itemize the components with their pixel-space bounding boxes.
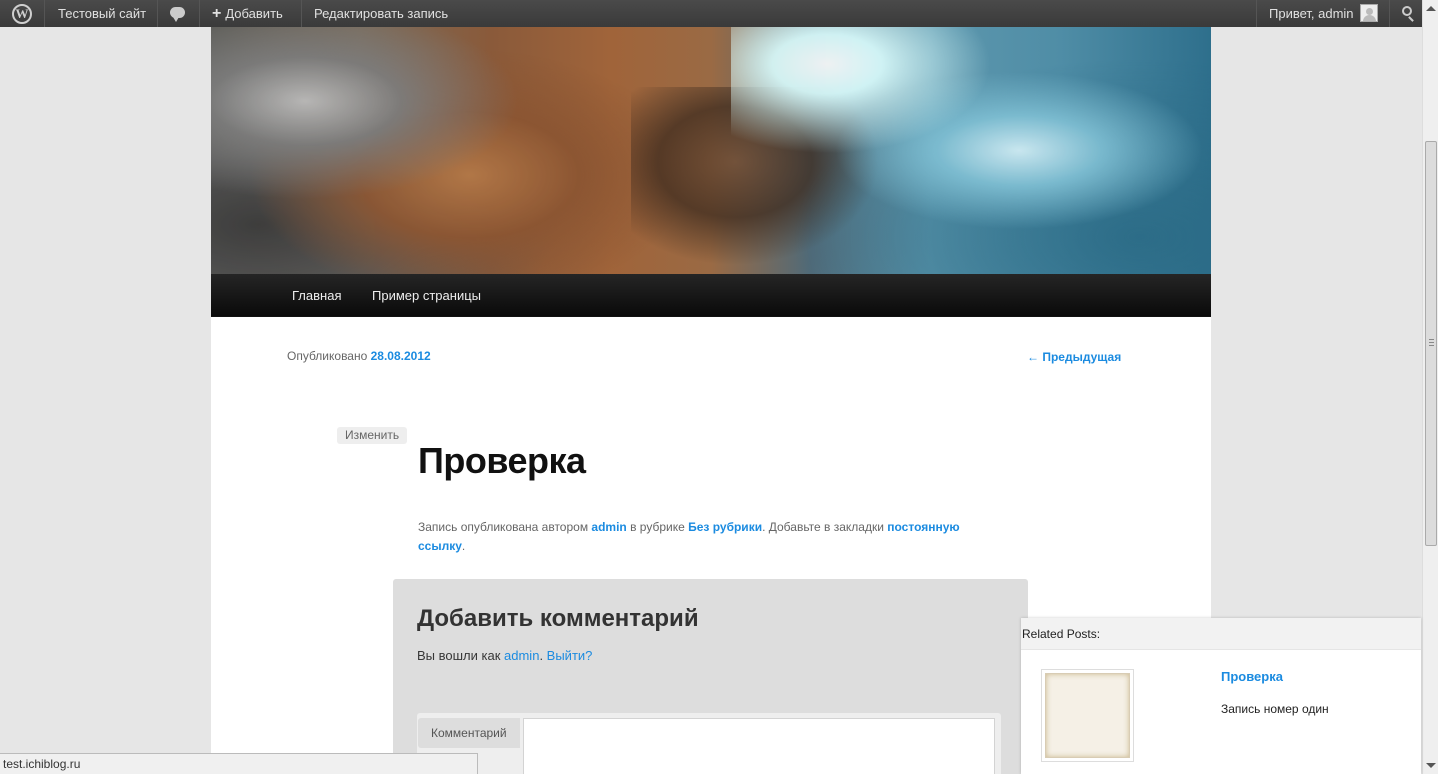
browser-status-bar: test.ichiblog.ru (0, 753, 478, 774)
logged-in-prefix: Вы вошли как (417, 648, 505, 663)
related-post-thumbnail[interactable] (1041, 669, 1134, 762)
admin-bar-divider (301, 0, 302, 27)
my-account-link[interactable]: Привет, admin (1269, 0, 1354, 27)
header-image-rocks (211, 27, 681, 274)
related-post-excerpt: Запись номер один (1221, 702, 1329, 716)
comments-link[interactable] (170, 0, 188, 27)
scrollbar-grip-icon (1429, 339, 1434, 346)
footer-text: . Добавьте в закладки (762, 520, 888, 534)
admin-bar-divider (44, 0, 45, 27)
admin-bar-divider (199, 0, 200, 27)
page-scrollbar[interactable] (1422, 0, 1438, 774)
main-navigation: Главная Пример страницы (211, 274, 1211, 317)
scroll-up-arrow-icon[interactable] (1426, 6, 1436, 11)
plus-icon: + (212, 5, 222, 22)
header-image-waves (731, 27, 1211, 274)
scroll-down-arrow-icon[interactable] (1426, 763, 1436, 768)
footer-text: Запись опубликована автором (418, 520, 592, 534)
add-new-menu[interactable]: + Добавить (212, 0, 283, 27)
avatar-body (1363, 15, 1376, 21)
related-post-title-link[interactable]: Проверка (1221, 669, 1283, 684)
logged-in-separator: . (539, 648, 547, 663)
admin-search-button[interactable] (1400, 0, 1416, 27)
comment-label: Комментарий (418, 718, 520, 748)
footer-text: в рубрике (626, 520, 689, 534)
post-footer-meta: Запись опубликована автором admin в рубр… (418, 518, 978, 556)
admin-bar-divider (157, 0, 158, 27)
footer-text: . (461, 539, 466, 553)
comment-textarea[interactable] (523, 718, 995, 774)
avatar-head (1366, 8, 1373, 15)
comment-field: Комментарий (417, 713, 1001, 774)
admin-bar: W Тестовый сайт + Добавить Редактировать … (0, 0, 1422, 27)
edit-post-button[interactable]: Изменить (337, 427, 408, 444)
category-link[interactable]: Без рубрики (688, 520, 762, 534)
admin-bar-divider (1389, 0, 1390, 27)
published-date-link[interactable]: 28.08.2012 (371, 349, 431, 363)
comment-respond: Добавить комментарий Вы вошли как admin.… (393, 579, 1028, 774)
logout-link[interactable]: Выйти? (547, 648, 593, 663)
add-new-label: Добавить (225, 6, 283, 21)
user-avatar-icon[interactable] (1360, 4, 1378, 22)
published-prefix: Опубликовано (287, 349, 368, 363)
search-icon (1402, 6, 1412, 16)
nav-item-home[interactable]: Главная (292, 274, 341, 317)
comment-bubble-icon (170, 7, 185, 22)
previous-post-link[interactable]: ← Предыдущая (1027, 350, 1121, 364)
comment-form-title: Добавить комментарий (417, 605, 699, 632)
post-title: Проверка (418, 440, 586, 481)
author-link[interactable]: admin (591, 520, 626, 534)
thumbnail-image (1045, 673, 1130, 758)
post-published-meta: Опубликовано 28.08.2012 (287, 349, 431, 363)
wordpress-menu[interactable]: W (0, 0, 44, 27)
site-name-link[interactable]: Тестовый сайт (58, 0, 146, 27)
related-posts-popup: Related Posts: Проверка Запись номер оди… (1021, 618, 1421, 774)
nav-item-sample-page[interactable]: Пример страницы (372, 274, 481, 317)
logged-in-as: Вы вошли как admin. Выйти? (417, 648, 592, 663)
profile-link[interactable]: admin (504, 648, 539, 663)
wordpress-logo-icon: W (12, 4, 32, 24)
admin-bar-divider (1256, 0, 1257, 27)
edit-post-link[interactable]: Редактировать запись (314, 0, 448, 27)
header-image[interactable] (211, 27, 1211, 274)
scrollbar-thumb[interactable] (1425, 141, 1437, 546)
related-posts-heading: Related Posts: (1021, 618, 1421, 650)
